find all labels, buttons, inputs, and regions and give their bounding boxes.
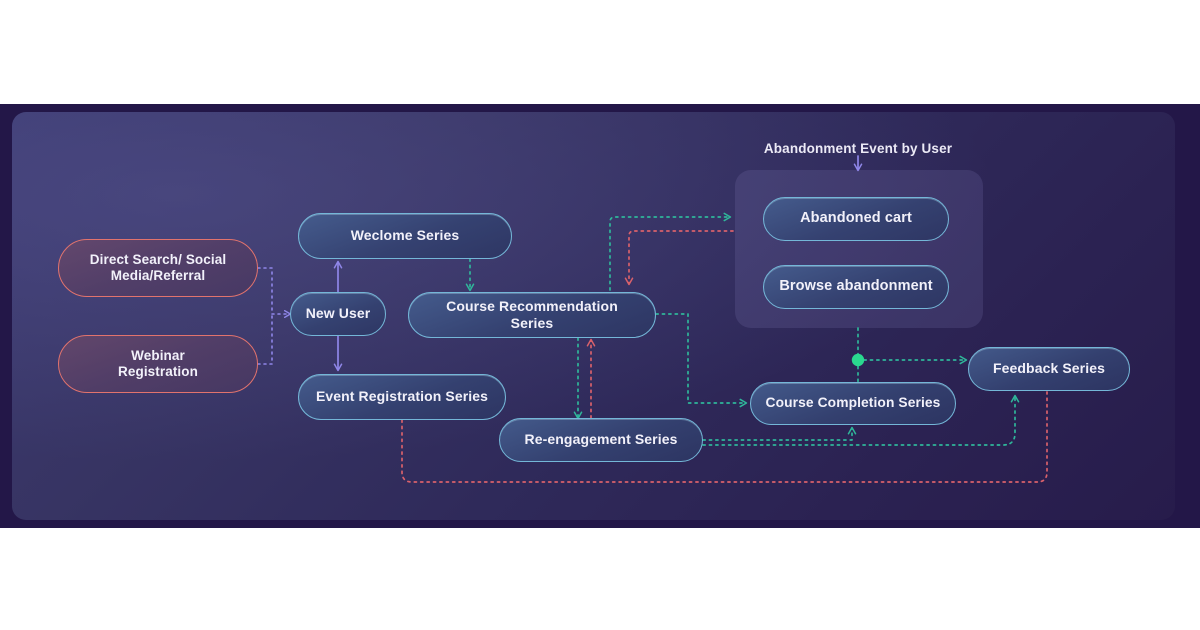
node-label: Webinar Registration [118, 347, 198, 379]
node-label: Course Recommendation Series [446, 297, 618, 331]
node-label: Event Registration Series [315, 388, 489, 405]
diagram-canvas: Abandonment Event by User Direct Search/… [0, 0, 1200, 630]
node-label: Course Completion Series [765, 395, 941, 411]
node-course-recommendation-series[interactable]: Course Recommendation Series [408, 292, 656, 338]
node-webinar-registration[interactable]: Webinar Registration [58, 335, 258, 393]
node-label: Weclome Series [350, 227, 460, 244]
junction-dot [851, 353, 865, 367]
node-new-user[interactable]: New User [290, 292, 386, 336]
edge-course-recommendation-to-course-completion [655, 313, 748, 408]
node-course-completion-series[interactable]: Course Completion Series [750, 382, 956, 425]
edge-direct-search-to-new-user [257, 267, 273, 315]
edge-course-recommendation-to-abandoned-cart [609, 212, 732, 291]
node-event-registration-series[interactable]: Event Registration Series [298, 374, 506, 420]
edge-abandoned-cart-to-course-recommendation [624, 230, 734, 286]
node-re-engagement-series[interactable]: Re-engagement Series [499, 418, 703, 462]
node-browse-abandonment[interactable]: Browse abandonment [763, 265, 949, 309]
node-label: Direct Search/ Social Media/Referral [89, 251, 227, 283]
node-label: New User [305, 305, 371, 322]
edge-webinar-to-new-user [257, 313, 273, 365]
abandonment-event-label: Abandonment Event by User [763, 141, 953, 156]
node-label: Feedback Series [992, 360, 1105, 377]
node-label: Re-engagement Series [524, 431, 678, 448]
node-direct-search[interactable]: Direct Search/ Social Media/Referral [58, 239, 258, 297]
node-welcome-series[interactable]: Weclome Series [298, 213, 512, 259]
node-label: Abandoned cart [800, 210, 912, 227]
edge-re-engagement-to-course-completion [702, 426, 857, 441]
node-label: Browse abandonment [779, 278, 933, 295]
node-feedback-series[interactable]: Feedback Series [968, 347, 1130, 391]
node-abandoned-cart[interactable]: Abandoned cart [763, 197, 949, 241]
